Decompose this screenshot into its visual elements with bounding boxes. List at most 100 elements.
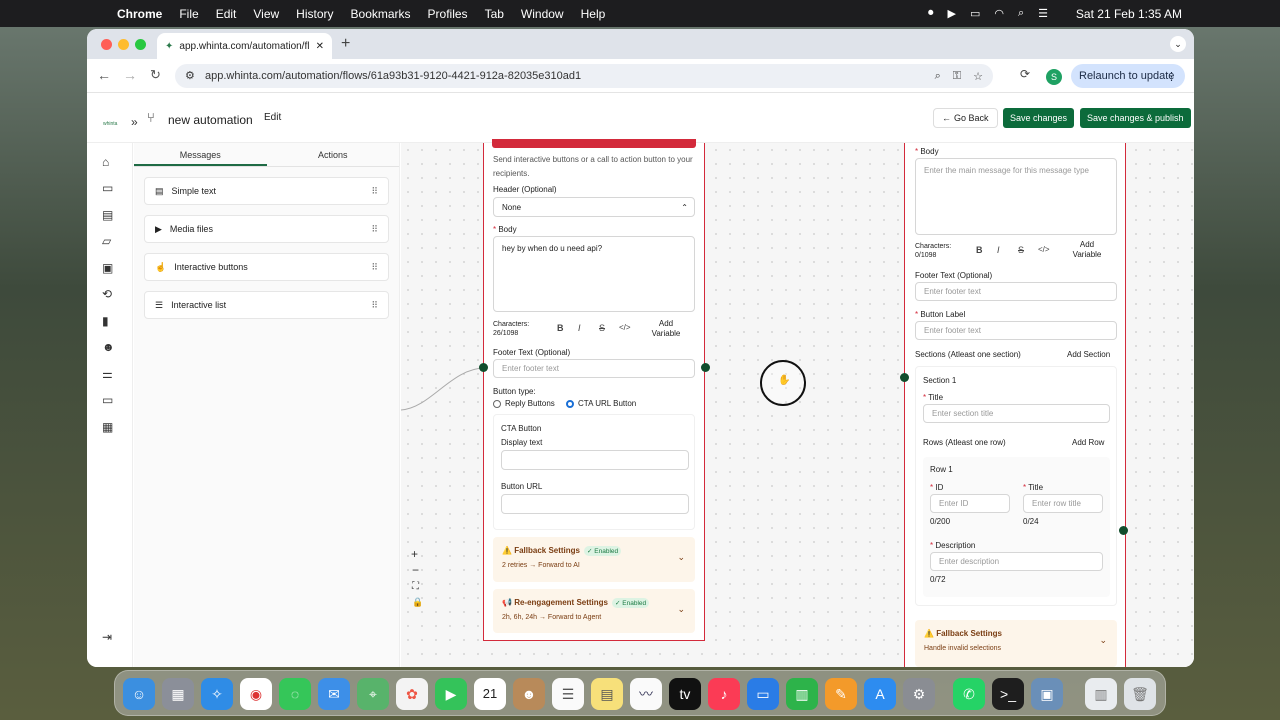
relaunch-button[interactable]: Relaunch to update ⋮: [1071, 64, 1185, 88]
add-variable-button[interactable]: Add Variable: [1067, 240, 1107, 260]
tab-search-chevron-icon[interactable]: ⌄: [1170, 36, 1186, 52]
menu-file[interactable]: File: [179, 7, 198, 21]
bookmark-star-icon[interactable]: ☆: [973, 70, 983, 83]
body-textarea[interactable]: Enter the main message for this message …: [915, 158, 1117, 235]
menu-profiles[interactable]: Profiles: [428, 7, 468, 21]
maps-icon[interactable]: ⌖: [357, 678, 389, 710]
chat-icon[interactable]: ▱: [102, 234, 111, 248]
url-text[interactable]: app.whinta.com/automation/flows/61a93b31…: [205, 70, 581, 82]
button-url-input[interactable]: [501, 494, 689, 514]
zoom-icon[interactable]: ⌕: [935, 70, 941, 83]
address-bar[interactable]: ⚙ app.whinta.com/automation/flows/61a93b…: [175, 64, 993, 88]
reload-button[interactable]: ↻: [150, 67, 161, 83]
drag-handle-icon[interactable]: ⠿: [371, 186, 378, 197]
fit-view-icon[interactable]: ⛶: [412, 581, 419, 592]
bold-button[interactable]: B: [557, 323, 564, 333]
photos-icon[interactable]: ✿: [396, 678, 428, 710]
preview-icon[interactable]: ▣: [1031, 678, 1063, 710]
add-row-button[interactable]: Add Row: [1072, 438, 1104, 447]
strikethrough-button[interactable]: S: [1018, 245, 1024, 255]
reminders-icon[interactable]: ☰: [552, 678, 584, 710]
cta-url-radio[interactable]: CTA URL Button: [566, 399, 636, 408]
tab-actions[interactable]: Actions: [267, 143, 400, 166]
node2-input-port[interactable]: [900, 373, 909, 382]
fallback-settings-card[interactable]: ⚠️ Fallback Settings Handle invalid sele…: [915, 620, 1117, 667]
save-publish-button[interactable]: Save changes & publish: [1080, 108, 1191, 128]
tv-icon[interactable]: tv: [669, 678, 701, 710]
menubar-clock[interactable]: Sat 21 Feb 1:35 AM: [1076, 7, 1182, 21]
footer-input[interactable]: Enter footer text: [915, 282, 1117, 301]
pages-icon[interactable]: ✎: [825, 678, 857, 710]
home-icon[interactable]: ⌂: [102, 155, 109, 169]
whatsapp-icon[interactable]: ✆: [953, 678, 985, 710]
menu-window[interactable]: Window: [521, 7, 564, 21]
mail-icon[interactable]: ✉: [318, 678, 350, 710]
italic-button[interactable]: I: [997, 245, 1000, 255]
drag-handle-icon[interactable]: ⠿: [371, 224, 378, 235]
folder-icon[interactable]: ▣: [102, 261, 113, 275]
more-menu-icon[interactable]: ⋮: [1166, 70, 1177, 83]
new-tab-button[interactable]: +: [341, 35, 350, 53]
spotlight-icon[interactable]: ⌕: [1018, 7, 1024, 20]
extensions-icon[interactable]: ⟳: [1020, 67, 1030, 81]
zoom-in-button[interactable]: +: [411, 547, 418, 561]
body-textarea[interactable]: hey by when do u need api?: [493, 236, 695, 312]
close-window-button[interactable]: [101, 39, 112, 50]
automation-icon[interactable]: ⟲: [102, 287, 112, 301]
drag-handle-icon[interactable]: ⠿: [371, 300, 378, 311]
menu-view[interactable]: View: [253, 7, 279, 21]
go-back-button[interactable]: ← Go Back: [933, 108, 998, 128]
menu-tab[interactable]: Tab: [485, 7, 504, 21]
zoom-window-button[interactable]: [135, 39, 146, 50]
keynote-icon[interactable]: ▭: [747, 678, 779, 710]
contacts-icon[interactable]: ☻: [513, 678, 545, 710]
interactive-list-node[interactable]: * Body Enter the main message for this m…: [904, 143, 1126, 667]
api-icon[interactable]: ▦: [102, 420, 113, 434]
add-variable-button[interactable]: Add Variable: [650, 319, 682, 339]
interactive-buttons-node[interactable]: Send interactive buttons or a call to ac…: [483, 139, 705, 641]
node2-output-port[interactable]: [1119, 526, 1128, 535]
numbers-icon[interactable]: ▥: [786, 678, 818, 710]
calendar-icon[interactable]: 21: [474, 678, 506, 710]
chevron-down-icon[interactable]: ⌄: [677, 552, 685, 563]
add-section-button[interactable]: Add Section: [1067, 350, 1110, 359]
forward-button[interactable]: →: [123, 67, 137, 83]
menu-app-name[interactable]: Chrome: [117, 7, 162, 21]
code-button[interactable]: </>: [1038, 245, 1050, 254]
messages-icon[interactable]: ▭: [102, 181, 113, 195]
button-label-input[interactable]: Enter footer text: [915, 321, 1117, 340]
system-settings-icon[interactable]: ⚙: [903, 678, 935, 710]
zoom-out-button[interactable]: −: [412, 563, 419, 577]
chevron-down-icon[interactable]: ⌄: [1099, 635, 1107, 646]
footer-input[interactable]: Enter footer text: [493, 359, 695, 378]
freeform-icon[interactable]: 〰: [630, 678, 662, 710]
downloads-folder-icon[interactable]: ▥: [1085, 678, 1117, 710]
menu-history[interactable]: History: [296, 7, 333, 21]
library-item-media-files[interactable]: ▶ Media files ⠿: [144, 215, 389, 243]
display-text-input[interactable]: [501, 450, 689, 470]
notes-icon[interactable]: ▤: [591, 678, 623, 710]
sliders-icon[interactable]: ⚌: [102, 367, 113, 381]
lock-icon[interactable]: 🔒: [412, 597, 423, 608]
chevron-down-icon[interactable]: ⌄: [677, 604, 685, 615]
section-title-input[interactable]: Enter section title: [923, 404, 1110, 423]
reply-buttons-radio[interactable]: Reply Buttons: [493, 399, 555, 408]
back-button[interactable]: ←: [97, 67, 111, 83]
finder-icon[interactable]: ☺: [123, 678, 155, 710]
edit-flow-button[interactable]: Edit: [257, 109, 288, 126]
tab-messages[interactable]: Messages: [134, 143, 267, 166]
control-center-icon[interactable]: ☰: [1038, 7, 1048, 20]
minimize-window-button[interactable]: [118, 39, 129, 50]
node1-input-port[interactable]: [479, 363, 488, 372]
menu-bookmarks[interactable]: Bookmarks: [351, 7, 411, 21]
messages-app-icon[interactable]: ◌: [279, 678, 311, 710]
strikethrough-button[interactable]: S: [599, 323, 605, 333]
record-icon[interactable]: ⏺: [928, 7, 934, 20]
menu-help[interactable]: Help: [581, 7, 606, 21]
fallback-settings-card[interactable]: ⚠️ Fallback Settings ✓ Enabled 2 retries …: [493, 537, 695, 582]
row-description-input[interactable]: Enter description: [930, 552, 1103, 571]
menu-edit[interactable]: Edit: [216, 7, 237, 21]
close-tab-icon[interactable]: ✕: [316, 41, 324, 52]
wifi-icon[interactable]: ◠: [994, 7, 1004, 20]
row-title-input[interactable]: Enter row title: [1023, 494, 1103, 513]
